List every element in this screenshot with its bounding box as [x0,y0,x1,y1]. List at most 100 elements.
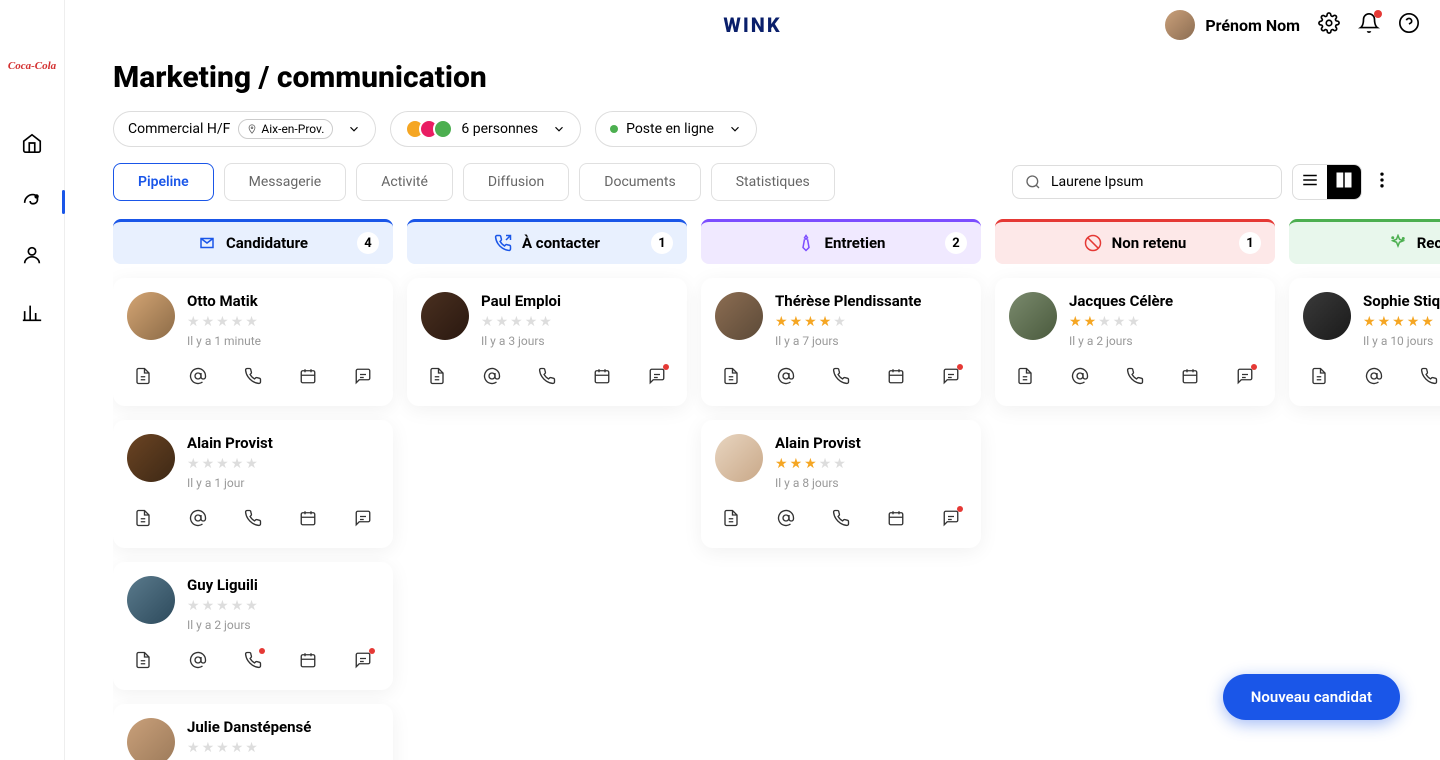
action-cal[interactable] [1174,360,1206,392]
action-cal[interactable] [586,360,618,392]
candidate-card[interactable]: Alain Provist★★★★★Il y a 8 jours [701,420,981,548]
star-icon: ★ [790,314,803,330]
action-at[interactable] [1064,360,1096,392]
candidate-card[interactable]: Sophie Stiqué★★★★★Il y a 10 jours [1289,278,1440,406]
action-doc[interactable] [421,360,453,392]
action-phone[interactable] [1413,360,1440,392]
tab-pipeline[interactable]: Pipeline [113,163,214,201]
candidate-avatar [127,718,175,760]
tab-statistiques[interactable]: Statistiques [711,163,835,201]
star-icon: ★ [481,314,494,330]
action-at[interactable] [182,502,214,534]
star-icon: ★ [231,314,244,330]
card-actions [127,644,379,676]
action-at[interactable] [1358,360,1390,392]
view-board[interactable] [1327,165,1361,199]
action-doc[interactable] [127,502,159,534]
star-icon: ★ [245,740,258,756]
status-filter[interactable]: Poste en ligne [595,111,757,147]
action-chat[interactable] [935,360,967,392]
user-menu[interactable]: Prénom Nom [1165,10,1300,40]
tab-diffusion[interactable]: Diffusion [463,163,569,201]
action-at[interactable] [182,644,214,676]
candidate-avatar [127,292,175,340]
action-phone[interactable] [531,360,563,392]
candidate-time: Il y a 2 jours [1069,334,1173,348]
alert-dot [1251,364,1257,370]
action-cal[interactable] [292,360,324,392]
action-chat[interactable] [347,502,379,534]
tab-activité[interactable]: Activité [356,163,453,201]
card-actions [715,502,967,534]
people-filter[interactable]: 6 personnes [390,111,581,147]
candidate-card[interactable]: Alain Provist★★★★★Il y a 1 jour [113,420,393,548]
sidebar: Coca-Cola [0,0,65,760]
settings-button[interactable] [1318,12,1340,38]
column-header: Candidature4 [113,219,393,264]
star-icon: ★ [216,456,229,472]
help-button[interactable] [1398,12,1420,38]
action-at[interactable] [770,360,802,392]
card-actions [127,360,379,392]
candidate-card[interactable]: Julie Danstépensé★★★★★Il y a 2 jours [113,704,393,760]
card-actions [1009,360,1261,392]
candidate-card[interactable]: Guy Liguili★★★★★Il y a 2 jours [113,562,393,690]
candidate-rating: ★★★★★ [187,456,273,472]
action-doc[interactable] [715,502,747,534]
action-cal[interactable] [880,360,912,392]
action-cal[interactable] [880,502,912,534]
action-at[interactable] [770,502,802,534]
star-icon: ★ [1098,314,1111,330]
action-at[interactable] [476,360,508,392]
job-filter[interactable]: Commercial H/F Aix-en-Prov. [113,111,376,147]
view-list[interactable] [1293,165,1327,199]
notifications-button[interactable] [1358,12,1380,38]
candidate-rating: ★★★★★ [1069,314,1173,330]
search-box[interactable] [1012,165,1282,199]
alert-dot [259,648,265,654]
candidate-avatar [715,292,763,340]
nav-home[interactable] [21,132,43,158]
candidate-name: Jacques Célère [1069,292,1173,310]
action-chat[interactable] [641,360,673,392]
candidate-rating: ★★★★★ [1363,314,1440,330]
star-icon: ★ [216,598,229,614]
action-chat[interactable] [1229,360,1261,392]
action-doc[interactable] [127,644,159,676]
column-title: Recruté [1417,234,1440,252]
action-phone[interactable] [825,360,857,392]
star-icon: ★ [1421,314,1434,330]
tab-messagerie[interactable]: Messagerie [224,163,347,201]
people-filter-label: 6 personnes [461,121,538,137]
new-candidate-button[interactable]: Nouveau candidat [1223,674,1400,720]
candidate-rating: ★★★★★ [187,314,261,330]
action-chat[interactable] [935,502,967,534]
action-chat[interactable] [347,360,379,392]
action-doc[interactable] [127,360,159,392]
action-cal[interactable] [292,502,324,534]
nav-stats[interactable] [21,302,43,328]
star-icon: ★ [804,314,817,330]
more-menu[interactable] [1372,170,1392,194]
action-phone[interactable] [237,644,269,676]
action-doc[interactable] [1303,360,1335,392]
candidate-card[interactable]: Jacques Célère ★★★★★ Il y a 2 jours [995,278,1275,406]
action-phone[interactable] [237,502,269,534]
candidate-card[interactable]: Otto Matik★★★★★Il y a 1 minute [113,278,393,406]
action-at[interactable] [182,360,214,392]
candidate-rating: ★★★★★ [775,314,921,330]
action-doc[interactable] [1009,360,1041,392]
search-input[interactable] [1051,174,1269,190]
action-chat[interactable] [347,644,379,676]
candidate-card[interactable]: Paul Emploi★★★★★Il y a 3 jours [407,278,687,406]
action-doc[interactable] [715,360,747,392]
chevron-down-icon [728,122,742,136]
candidate-card[interactable]: Thérèse Plendissante★★★★★Il y a 7 jours [701,278,981,406]
nav-pipeline[interactable] [0,190,64,212]
tab-documents[interactable]: Documents [579,163,700,201]
action-phone[interactable] [1119,360,1151,392]
action-phone[interactable] [825,502,857,534]
action-cal[interactable] [292,644,324,676]
action-phone[interactable] [237,360,269,392]
nav-people[interactable] [21,244,43,270]
